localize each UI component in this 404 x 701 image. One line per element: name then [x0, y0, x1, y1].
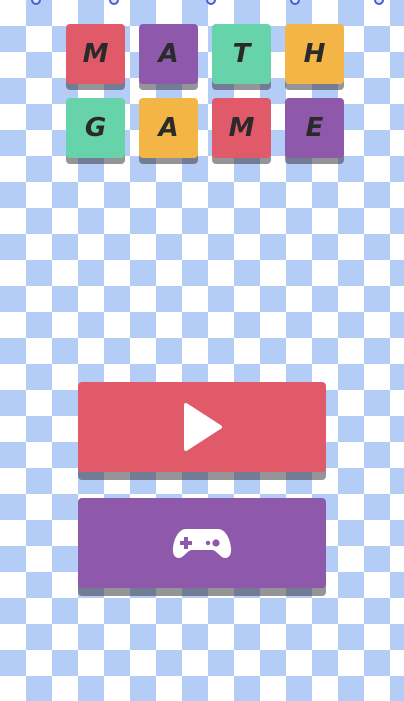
- dot-decoration: [290, 0, 300, 5]
- tile-letter: E: [305, 113, 324, 143]
- tile-letter: T: [232, 39, 251, 69]
- tile-letter: M: [82, 39, 109, 69]
- title-tile-a2: A: [139, 98, 198, 158]
- game-title: M A T H G A M E: [66, 24, 344, 158]
- title-tile-g: G: [66, 98, 125, 158]
- top-dots-decoration: [0, 0, 404, 8]
- title-tile-a: A: [139, 24, 198, 84]
- title-tile-m: M: [66, 24, 125, 84]
- gamepad-icon: [172, 529, 232, 558]
- dot-decoration: [109, 0, 119, 5]
- title-tile-h: H: [285, 24, 344, 84]
- dot-decoration: [206, 0, 216, 5]
- tile-letter: A: [158, 39, 179, 69]
- title-tile-t: T: [212, 24, 271, 84]
- play-button[interactable]: [78, 382, 326, 472]
- play-icon: [184, 403, 222, 451]
- tile-letter: M: [228, 113, 255, 143]
- title-tile-e: E: [285, 98, 344, 158]
- games-button[interactable]: [78, 498, 326, 588]
- dot-decoration: [31, 0, 41, 5]
- tile-letter: A: [158, 113, 179, 143]
- tile-letter: G: [84, 113, 107, 143]
- title-tile-m2: M: [212, 98, 271, 158]
- dot-decoration: [374, 0, 384, 5]
- tile-letter: H: [303, 39, 326, 69]
